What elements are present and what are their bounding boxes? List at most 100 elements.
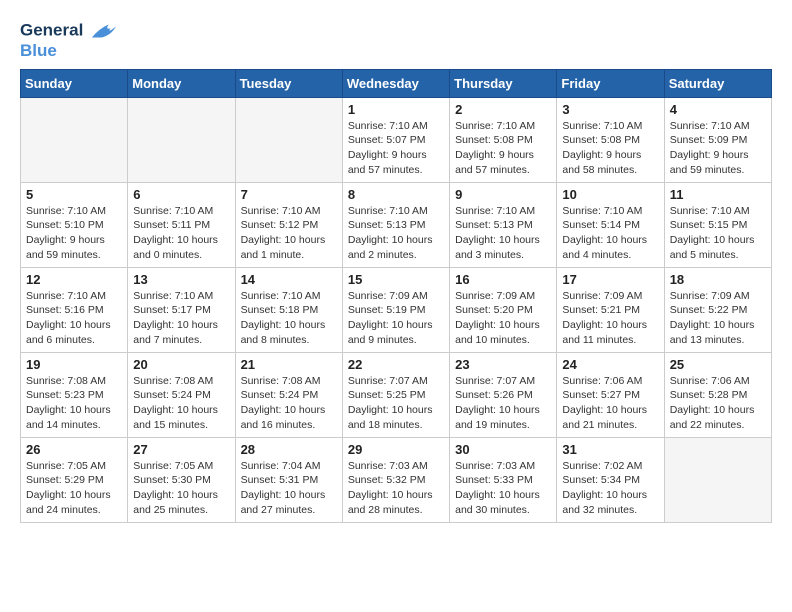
- day-info: Sunrise: 7:07 AMSunset: 5:26 PMDaylight:…: [455, 374, 551, 433]
- day-info: Sunrise: 7:07 AMSunset: 5:25 PMDaylight:…: [348, 374, 444, 433]
- weekday-header-tuesday: Tuesday: [235, 69, 342, 97]
- day-number: 29: [348, 442, 444, 457]
- day-number: 24: [562, 357, 658, 372]
- day-number: 25: [670, 357, 766, 372]
- calendar-week-row: 19 Sunrise: 7:08 AMSunset: 5:23 PMDayligh…: [21, 352, 772, 437]
- weekday-header-saturday: Saturday: [664, 69, 771, 97]
- day-info: Sunrise: 7:10 AMSunset: 5:17 PMDaylight:…: [133, 289, 229, 348]
- day-number: 27: [133, 442, 229, 457]
- calendar-day-cell: 5 Sunrise: 7:10 AMSunset: 5:10 PMDaylight…: [21, 182, 128, 267]
- calendar-day-cell: 24 Sunrise: 7:06 AMSunset: 5:27 PMDayligh…: [557, 352, 664, 437]
- day-info: Sunrise: 7:09 AMSunset: 5:19 PMDaylight:…: [348, 289, 444, 348]
- day-info: Sunrise: 7:10 AMSunset: 5:09 PMDaylight:…: [670, 119, 766, 178]
- calendar-day-cell: [128, 97, 235, 182]
- day-number: 19: [26, 357, 122, 372]
- day-info: Sunrise: 7:04 AMSunset: 5:31 PMDaylight:…: [241, 459, 337, 518]
- calendar-day-cell: 12Sunrise: 7:10 AMSunset: 5:16 PMDayligh…: [21, 267, 128, 352]
- calendar-day-cell: 2Sunrise: 7:10 AMSunset: 5:08 PMDaylight…: [450, 97, 557, 182]
- day-number: 16: [455, 272, 551, 287]
- weekday-header-wednesday: Wednesday: [342, 69, 449, 97]
- calendar-day-cell: 10 Sunrise: 7:10 AMSunset: 5:14 PMDayligh…: [557, 182, 664, 267]
- day-info: Sunrise: 7:09 AMSunset: 5:21 PMDaylight:…: [562, 289, 658, 348]
- calendar-day-cell: 4 Sunrise: 7:10 AMSunset: 5:09 PMDaylight…: [664, 97, 771, 182]
- day-number: 30: [455, 442, 551, 457]
- calendar-table: SundayMondayTuesdayWednesdayThursdayFrid…: [20, 69, 772, 523]
- day-info: Sunrise: 7:06 AMSunset: 5:27 PMDaylight:…: [562, 374, 658, 433]
- calendar-day-cell: [664, 437, 771, 522]
- weekday-header-thursday: Thursday: [450, 69, 557, 97]
- calendar-day-cell: 30 Sunrise: 7:03 AMSunset: 5:33 PMDayligh…: [450, 437, 557, 522]
- day-info: Sunrise: 7:08 AMSunset: 5:24 PMDaylight:…: [241, 374, 337, 433]
- day-info: Sunrise: 7:09 AMSunset: 5:22 PMDaylight:…: [670, 289, 766, 348]
- calendar-day-cell: 29 Sunrise: 7:03 AMSunset: 5:32 PMDayligh…: [342, 437, 449, 522]
- day-info: Sunrise: 7:10 AMSunset: 5:11 PMDaylight:…: [133, 204, 229, 263]
- calendar-day-cell: 28 Sunrise: 7:04 AMSunset: 5:31 PMDayligh…: [235, 437, 342, 522]
- day-number: 13: [133, 272, 229, 287]
- day-number: 22: [348, 357, 444, 372]
- day-info: Sunrise: 7:10 AMSunset: 5:07 PMDaylight:…: [348, 119, 444, 178]
- logo-blue: Blue: [20, 41, 57, 60]
- day-info: Sunrise: 7:02 AMSunset: 5:34 PMDaylight:…: [562, 459, 658, 518]
- day-info: Sunrise: 7:06 AMSunset: 5:28 PMDaylight:…: [670, 374, 766, 433]
- weekday-header-monday: Monday: [128, 69, 235, 97]
- day-number: 11: [670, 187, 766, 202]
- day-number: 26: [26, 442, 122, 457]
- day-number: 23: [455, 357, 551, 372]
- calendar-day-cell: 19 Sunrise: 7:08 AMSunset: 5:23 PMDayligh…: [21, 352, 128, 437]
- day-info: Sunrise: 7:05 AMSunset: 5:29 PMDaylight:…: [26, 459, 122, 518]
- day-info: Sunrise: 7:08 AMSunset: 5:23 PMDaylight:…: [26, 374, 122, 433]
- day-number: 14: [241, 272, 337, 287]
- day-info: Sunrise: 7:10 AMSunset: 5:18 PMDaylight:…: [241, 289, 337, 348]
- day-number: 18: [670, 272, 766, 287]
- calendar-week-row: 12Sunrise: 7:10 AMSunset: 5:16 PMDayligh…: [21, 267, 772, 352]
- calendar-day-cell: 15 Sunrise: 7:09 AMSunset: 5:19 PMDayligh…: [342, 267, 449, 352]
- day-info: Sunrise: 7:03 AMSunset: 5:33 PMDaylight:…: [455, 459, 551, 518]
- weekday-header-sunday: Sunday: [21, 69, 128, 97]
- calendar-day-cell: 31Sunrise: 7:02 AMSunset: 5:34 PMDayligh…: [557, 437, 664, 522]
- day-info: Sunrise: 7:10 AMSunset: 5:10 PMDaylight:…: [26, 204, 122, 263]
- logo: General Blue: [20, 20, 118, 61]
- calendar-day-cell: 16 Sunrise: 7:09 AMSunset: 5:20 PMDayligh…: [450, 267, 557, 352]
- calendar-day-cell: 14 Sunrise: 7:10 AMSunset: 5:18 PMDayligh…: [235, 267, 342, 352]
- day-number: 5: [26, 187, 122, 202]
- calendar-day-cell: 3 Sunrise: 7:10 AMSunset: 5:08 PMDaylight…: [557, 97, 664, 182]
- calendar-day-cell: [21, 97, 128, 182]
- calendar-day-cell: 21 Sunrise: 7:08 AMSunset: 5:24 PMDayligh…: [235, 352, 342, 437]
- day-info: Sunrise: 7:10 AMSunset: 5:08 PMDaylight:…: [562, 119, 658, 178]
- calendar-day-cell: 26 Sunrise: 7:05 AMSunset: 5:29 PMDayligh…: [21, 437, 128, 522]
- day-info: Sunrise: 7:10 AMSunset: 5:12 PMDaylight:…: [241, 204, 337, 263]
- day-info: Sunrise: 7:10 AMSunset: 5:14 PMDaylight:…: [562, 204, 658, 263]
- calendar-day-cell: 22 Sunrise: 7:07 AMSunset: 5:25 PMDayligh…: [342, 352, 449, 437]
- day-number: 4: [670, 102, 766, 117]
- day-number: 9: [455, 187, 551, 202]
- calendar-day-cell: 27 Sunrise: 7:05 AMSunset: 5:30 PMDayligh…: [128, 437, 235, 522]
- day-number: 3: [562, 102, 658, 117]
- calendar-week-row: 26 Sunrise: 7:05 AMSunset: 5:29 PMDayligh…: [21, 437, 772, 522]
- calendar-day-cell: 23 Sunrise: 7:07 AMSunset: 5:26 PMDayligh…: [450, 352, 557, 437]
- day-info: Sunrise: 7:05 AMSunset: 5:30 PMDaylight:…: [133, 459, 229, 518]
- day-info: Sunrise: 7:09 AMSunset: 5:20 PMDaylight:…: [455, 289, 551, 348]
- logo-general: General: [20, 20, 83, 39]
- day-info: Sunrise: 7:10 AMSunset: 5:16 PMDaylight:…: [26, 289, 122, 348]
- calendar-day-cell: 17 Sunrise: 7:09 AMSunset: 5:21 PMDayligh…: [557, 267, 664, 352]
- calendar-day-cell: [235, 97, 342, 182]
- calendar-header-row: SundayMondayTuesdayWednesdayThursdayFrid…: [21, 69, 772, 97]
- day-info: Sunrise: 7:10 AMSunset: 5:15 PMDaylight:…: [670, 204, 766, 263]
- day-number: 7: [241, 187, 337, 202]
- day-number: 21: [241, 357, 337, 372]
- logo-bird-icon: [90, 20, 118, 42]
- day-number: 17: [562, 272, 658, 287]
- day-number: 10: [562, 187, 658, 202]
- calendar-day-cell: 13 Sunrise: 7:10 AMSunset: 5:17 PMDayligh…: [128, 267, 235, 352]
- day-number: 15: [348, 272, 444, 287]
- day-info: Sunrise: 7:10 AMSunset: 5:08 PMDaylight:…: [455, 119, 551, 178]
- day-number: 28: [241, 442, 337, 457]
- calendar-day-cell: 8 Sunrise: 7:10 AMSunset: 5:13 PMDaylight…: [342, 182, 449, 267]
- day-info: Sunrise: 7:10 AMSunset: 5:13 PMDaylight:…: [348, 204, 444, 263]
- calendar-day-cell: 25 Sunrise: 7:06 AMSunset: 5:28 PMDayligh…: [664, 352, 771, 437]
- calendar-day-cell: 1 Sunrise: 7:10 AMSunset: 5:07 PMDaylight…: [342, 97, 449, 182]
- day-number: 8: [348, 187, 444, 202]
- day-number: 1: [348, 102, 444, 117]
- day-info: Sunrise: 7:03 AMSunset: 5:32 PMDaylight:…: [348, 459, 444, 518]
- day-info: Sunrise: 7:08 AMSunset: 5:24 PMDaylight:…: [133, 374, 229, 433]
